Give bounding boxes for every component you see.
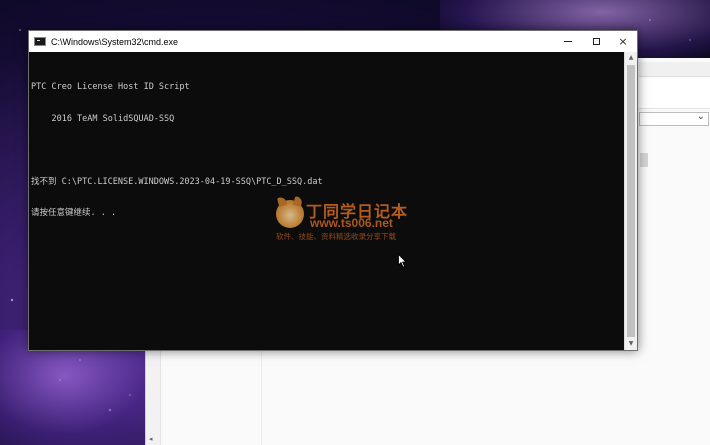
collapse-arrow-icon[interactable]: ◂ — [149, 435, 153, 443]
vertical-scrollbar[interactable]: ▲ ▼ — [624, 52, 637, 350]
watermark-url: www.ts006.net — [310, 216, 393, 230]
background-scroll-thumb[interactable] — [640, 153, 648, 167]
background-toolbar — [639, 62, 710, 77]
watermark: 丁同学日记本 www.ts006.net 软件、技能、资料精选收录分享下载 — [276, 198, 436, 244]
background-left-column: ◂ — [146, 350, 161, 445]
maximize-icon — [592, 38, 600, 45]
close-button[interactable]: × — [609, 31, 637, 52]
mouse-pointer-icon — [398, 254, 407, 268]
minimize-icon — [564, 41, 572, 42]
close-icon: × — [618, 35, 628, 48]
console-line: 找不到 C:\PTC.LICENSE.WINDOWS.2023-04-19-SS… — [31, 176, 323, 187]
minimize-button[interactable] — [554, 31, 582, 52]
title-bar[interactable]: C:\Windows\System32\cmd.exe × — [29, 31, 637, 52]
scrollbar-thumb[interactable] — [627, 65, 635, 337]
console-line: PTC Creo License Host ID Script — [31, 82, 190, 92]
cmd-app-icon[interactable] — [34, 37, 46, 46]
scroll-up-icon[interactable]: ▲ — [625, 52, 637, 64]
chevron-down-icon: ⌄ — [696, 111, 705, 122]
watermark-tagline: 软件、技能、资料精选收录分享下载 — [276, 232, 396, 241]
shiba-dog-logo-icon — [276, 200, 304, 228]
maximize-button[interactable] — [582, 31, 610, 52]
cmd-window[interactable]: C:\Windows\System32\cmd.exe × PTC Creo L… — [28, 30, 638, 351]
background-dropdown[interactable]: ⌄ — [639, 111, 709, 126]
console-line: 2016 TeAM SolidSQUAD-SSQ — [31, 113, 175, 124]
background-divider — [261, 350, 262, 445]
background-panel — [639, 78, 710, 109]
scroll-down-icon[interactable]: ▼ — [625, 338, 637, 350]
window-title: C:\Windows\System32\cmd.exe — [51, 36, 179, 47]
